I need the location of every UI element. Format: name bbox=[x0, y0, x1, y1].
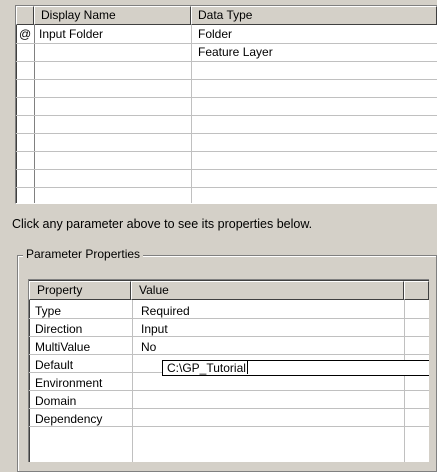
default-value-input[interactable]: C:\GP_Tutorial bbox=[162, 360, 429, 376]
property-name: Type bbox=[35, 304, 62, 318]
row-marker-icon: @ bbox=[19, 27, 32, 41]
property-column-header[interactable]: Property bbox=[29, 281, 131, 300]
property-name: Default bbox=[35, 358, 74, 372]
property-name: Direction bbox=[35, 322, 83, 336]
value-column-header[interactable]: Value bbox=[131, 281, 404, 300]
property-value[interactable]: Required bbox=[141, 304, 190, 318]
data-type-column-header[interactable]: Data Type bbox=[191, 6, 437, 25]
header-filler bbox=[404, 281, 429, 300]
param-data-type[interactable]: Feature Layer bbox=[198, 45, 273, 59]
param-data-type[interactable]: Folder bbox=[198, 27, 232, 41]
property-name: MultiValue bbox=[35, 340, 91, 354]
property-value[interactable]: No bbox=[141, 340, 156, 354]
properties-grid[interactable]: Property Value Type Required Direction I… bbox=[28, 279, 429, 462]
default-value-text: C:\GP_Tutorial bbox=[167, 361, 246, 375]
property-name: Domain bbox=[35, 394, 77, 408]
parameters-grid[interactable]: Display Name Data Type @ Input Folder Fo… bbox=[15, 5, 437, 204]
group-title: Parameter Properties bbox=[23, 247, 144, 261]
row-selector-header bbox=[16, 6, 34, 25]
param-display-name[interactable]: Input Folder bbox=[39, 27, 103, 41]
text-caret bbox=[246, 361, 248, 374]
display-name-column-header[interactable]: Display Name bbox=[34, 6, 191, 25]
property-name: Dependency bbox=[35, 412, 103, 426]
property-name: Environment bbox=[35, 376, 103, 390]
instruction-text: Click any parameter above to see its pro… bbox=[12, 217, 313, 231]
property-value[interactable]: Input bbox=[141, 322, 168, 336]
